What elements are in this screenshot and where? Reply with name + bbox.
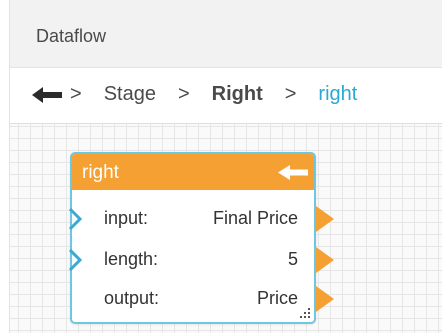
arrow-left-icon[interactable] [32, 85, 62, 105]
row-label: input: [104, 208, 149, 228]
dataflow-node[interactable]: right input: Final Price length: 5 outpu… [68, 152, 334, 324]
row-value[interactable]: Price [257, 288, 298, 309]
output-port-icon[interactable] [316, 206, 334, 232]
row-label: output: [104, 288, 160, 308]
row-value[interactable]: 5 [288, 249, 298, 270]
breadcrumb-separator: > [177, 83, 190, 105]
input-port-icon[interactable] [68, 248, 84, 272]
breadcrumb-item-stage[interactable]: Stage [104, 83, 156, 106]
node-row-length: length: 5 [68, 245, 334, 275]
breadcrumb-separator: > [284, 83, 297, 105]
app-title: Dataflow [36, 26, 107, 46]
row-label: length: [104, 249, 159, 269]
breadcrumb: > Stage > Right > right [32, 83, 379, 106]
input-port-icon[interactable] [68, 207, 84, 231]
app-header: Dataflow [9, 0, 442, 67]
resize-handle-icon[interactable] [298, 306, 312, 320]
output-port-icon[interactable] [316, 247, 334, 273]
breadcrumb-separator: > [70, 83, 82, 105]
output-port-icon[interactable] [316, 286, 334, 312]
breadcrumb-bar: > Stage > Right > right [9, 67, 442, 124]
node-row-input: input: Final Price [68, 204, 334, 234]
breadcrumb-item-current[interactable]: right [318, 83, 357, 106]
arrow-left-icon[interactable] [278, 164, 308, 181]
node-row-output: output: Price [72, 284, 334, 314]
breadcrumb-item-right[interactable]: Right [212, 83, 263, 106]
node-header[interactable]: right [72, 154, 314, 190]
node-title: right [82, 162, 119, 183]
row-value[interactable]: Final Price [213, 208, 298, 229]
